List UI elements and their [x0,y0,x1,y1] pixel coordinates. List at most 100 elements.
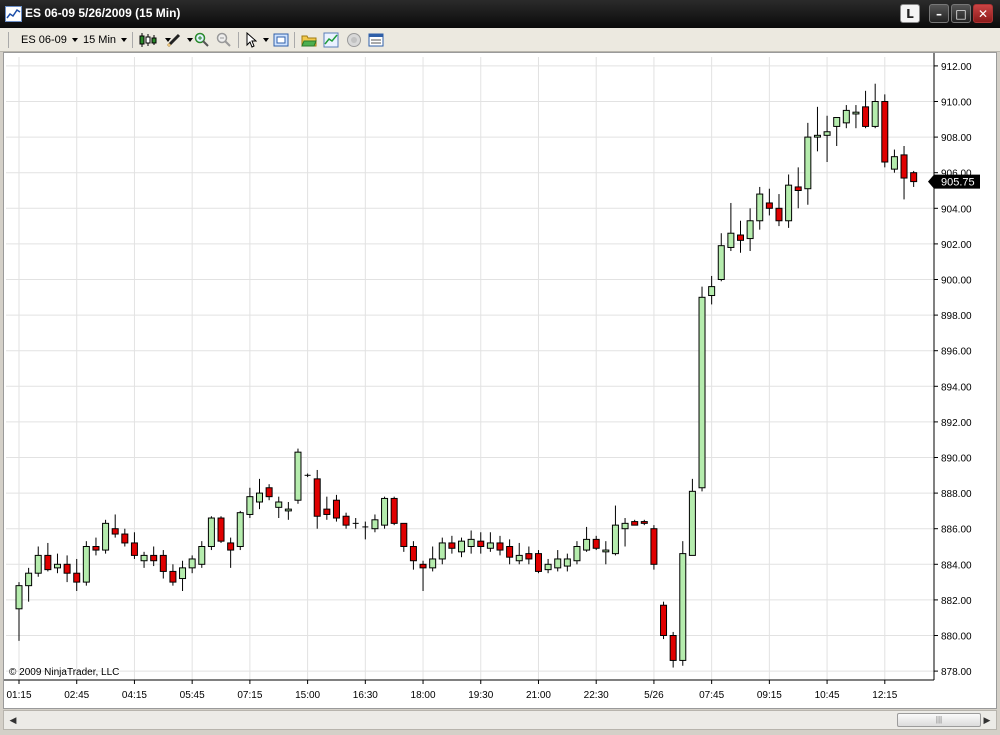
x-tick-label: 19:30 [468,690,493,701]
candle [775,194,783,227]
candle [342,512,350,529]
zoom-in-icon[interactable] [194,32,210,48]
folder-icon[interactable] [301,32,317,48]
candle [458,537,466,558]
link-button[interactable]: L [900,4,920,23]
candle-body [294,451,302,501]
candle [313,469,321,529]
candle [515,542,523,565]
candle [217,516,225,543]
candle-body [400,522,408,547]
candlestick-style-icon[interactable] [138,32,160,48]
candle-body [544,563,552,571]
window-title: ES 06-09 5/26/2009 (15 Min) [25,6,181,20]
candle [34,546,42,577]
chart-panel[interactable]: 912.00 910.00 908.00 906.00 904.00 902.00 900.… [3,52,997,709]
draw-dropdown[interactable] [182,32,193,48]
scroll-left-arrow[interactable]: ◀ [6,713,20,727]
candle-body [130,542,138,556]
y-tick-label: 902.00 [941,240,972,251]
candle-body [121,533,129,544]
y-tick-label: 882.00 [941,596,972,607]
instrument-label: ES 06-09 [21,34,67,46]
chevron-down-icon [263,38,269,43]
candle [188,555,196,574]
globe-icon[interactable] [346,32,362,48]
candle [352,518,359,529]
candle-body [371,519,379,530]
candle-body [179,567,187,580]
pencil-draw-icon[interactable] [166,32,182,48]
scroll-thumb[interactable]: ||| [897,713,981,727]
candle [534,550,542,574]
candle [688,478,696,556]
y-tick-label: 910.00 [941,98,972,109]
candle-body [236,512,244,547]
candle-body [592,538,600,549]
cursor-dropdown[interactable] [258,32,269,48]
candle-body [159,554,167,572]
x-tick-label: 18:00 [411,690,436,701]
candle [304,473,311,478]
candle-body [477,540,485,548]
candle [871,83,879,129]
snapshot-icon[interactable] [273,32,289,48]
instrument-dropdown[interactable]: ES 06-09 [21,32,78,48]
candle [756,186,764,230]
candle-body [602,549,610,553]
data-box-icon[interactable] [368,32,384,48]
candle [804,122,812,205]
maximize-button[interactable]: □ [951,4,971,23]
toolbar-grip [8,32,9,48]
candle [53,553,61,574]
candle [746,208,754,252]
candle [169,564,177,586]
candle-body [332,499,340,519]
candle-body [554,558,562,569]
candle-body [246,496,254,515]
candle-body [534,553,542,572]
price-chart[interactable]: 912.00910.00908.00906.00904.00902.00900.… [4,53,996,708]
y-tick-label: 908.00 [941,133,972,144]
candle [650,525,658,570]
candle [486,532,494,552]
interval-dropdown[interactable]: 15 Min [83,32,128,48]
scroll-right-arrow[interactable]: ▶ [980,713,994,727]
horizontal-scrollbar[interactable]: ◀ ||| ▶ [3,710,997,730]
chart-properties-icon[interactable] [323,32,339,48]
candle-body [813,134,821,138]
close-button[interactable]: ✕ [973,4,993,23]
candle-body [313,478,321,517]
candle-body [73,572,81,583]
minimize-button[interactable]: – [929,4,949,23]
candle [227,537,235,568]
x-tick-label: 22:30 [584,690,609,701]
candle [708,275,716,305]
candle-body [448,542,456,549]
candle [621,518,629,547]
candle [73,558,81,591]
toolbar-separator [238,32,239,48]
y-tick-label: 886.00 [941,525,972,536]
zoom-out-icon[interactable] [216,32,232,48]
candle-body [381,497,389,526]
x-tick-label: 15:00 [295,690,320,701]
candle-body [390,497,398,524]
candle [25,567,33,602]
candle [765,188,773,216]
candle [92,537,100,556]
candle [323,496,331,520]
candle-body [25,572,33,587]
candle-body [265,487,273,498]
candle [429,546,437,572]
candle [400,522,408,552]
candle-body [409,546,417,562]
candle-body [188,558,196,569]
cursor-icon[interactable] [245,31,258,48]
candle-body [111,528,119,535]
candle [332,494,340,522]
y-tick-label: 904.00 [941,204,972,215]
candle [506,539,514,565]
window-title-bar: ES 06-09 5/26/2009 (15 Min) L – □ ✕ [0,0,1000,28]
candle-body [708,286,716,297]
